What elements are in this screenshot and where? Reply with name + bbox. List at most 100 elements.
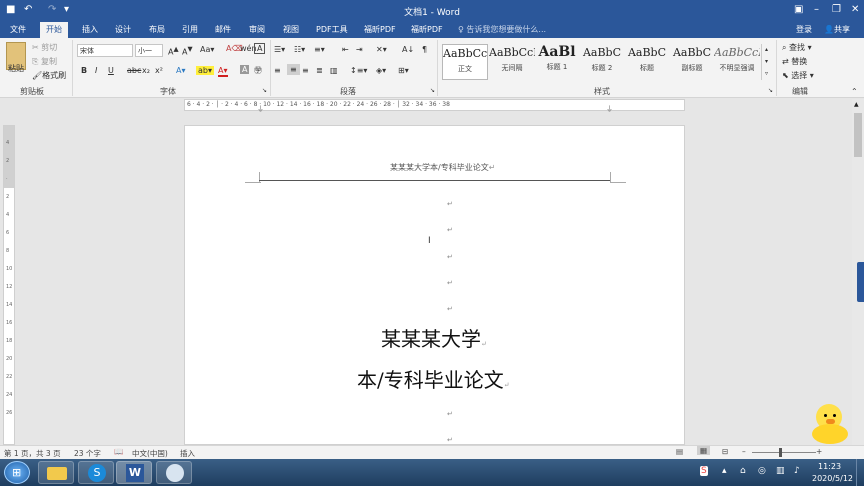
subscript-button[interactable]: x₂ — [142, 66, 150, 75]
clock-date[interactable]: 2020/5/12 — [812, 474, 853, 483]
insert-mode[interactable]: 插入 — [180, 448, 195, 459]
bold-button[interactable]: B — [81, 66, 87, 75]
duck-mascot-icon[interactable] — [812, 404, 848, 444]
scroll-thumb[interactable] — [854, 113, 862, 157]
tab-review[interactable]: 审阅 — [249, 24, 265, 35]
document-title-line-2[interactable]: 本/专科毕业论文↵ — [357, 364, 510, 393]
paragraph-dialog-launcher-icon[interactable]: ↘ — [430, 87, 435, 94]
tab-foxit-pdf-2[interactable]: 福昕PDF — [411, 24, 443, 35]
language-indicator[interactable]: 中文(中国) — [132, 448, 168, 459]
taskbar-app[interactable] — [156, 461, 192, 484]
highlight-icon[interactable]: ab▾ — [196, 66, 214, 75]
restore-icon[interactable]: ❐ — [832, 4, 841, 15]
header-text[interactable]: 某某某大学本/专科毕业论文↵ — [390, 162, 495, 173]
tab-insert[interactable]: 插入 — [82, 24, 98, 35]
shrink-font-icon[interactable]: A▼ — [182, 45, 193, 57]
cut-button[interactable]: ✂ 剪切 — [32, 42, 57, 53]
font-dialog-launcher-icon[interactable]: ↘ — [262, 87, 267, 94]
clock-time[interactable]: 11:23 — [818, 462, 841, 471]
align-right-icon[interactable]: ≡ — [302, 66, 309, 75]
side-panel-tab[interactable] — [857, 262, 864, 302]
superscript-button[interactable]: x² — [155, 66, 163, 75]
style-heading-2[interactable]: AaBbC 标题 2 — [579, 44, 625, 80]
print-layout-icon[interactable]: ▦ — [697, 446, 711, 455]
ribbon-display-icon[interactable]: ▣ — [794, 4, 803, 15]
paste-button[interactable]: 粘贴 — [8, 63, 24, 74]
select-button[interactable]: ⬉ 选择 ▾ — [782, 70, 814, 81]
style-subtle-emphasis[interactable]: AaBbCcDc 不明显强调 — [714, 44, 760, 80]
font-name-dropdown[interactable]: 宋体 — [77, 44, 133, 57]
close-icon[interactable]: ✕ — [851, 4, 859, 15]
vertical-ruler[interactable]: 4 2 · 2 4 6 8 10 12 14 16 18 20 22 24 26 — [3, 125, 15, 445]
show-desktop-button[interactable] — [856, 459, 864, 486]
line-spacing-icon[interactable]: ↕≡▾ — [350, 66, 367, 75]
style-title[interactable]: AaBbC 标题 — [624, 44, 670, 80]
tab-file[interactable]: 文件 — [10, 24, 26, 35]
style-no-spacing[interactable]: AaBbCcDc 无间隔 — [489, 44, 535, 80]
share-button[interactable]: 👤共享 — [824, 24, 850, 35]
tab-view[interactable]: 视图 — [283, 24, 299, 35]
minimize-icon[interactable]: – — [814, 4, 819, 15]
tell-me-box[interactable]: ♀ 告诉我您想要做什么... — [458, 24, 546, 35]
tab-references[interactable]: 引用 — [182, 24, 198, 35]
tab-mailings[interactable]: 邮件 — [215, 24, 231, 35]
tab-home[interactable]: 开始 — [40, 22, 68, 38]
network-icon[interactable]: ▥ — [776, 466, 785, 476]
style-normal[interactable]: AaBbCcDc 正文 — [442, 44, 488, 80]
decrease-indent-icon[interactable]: ⇤ — [342, 45, 349, 54]
scroll-up-icon[interactable]: ▲ — [854, 101, 859, 108]
tray-security-icon[interactable]: ◎ — [758, 466, 766, 476]
change-case-icon[interactable]: Aa▾ — [200, 45, 214, 54]
web-layout-icon[interactable]: ⊟ — [722, 447, 728, 456]
volume-icon[interactable]: ♪ — [794, 466, 800, 476]
sort-icon[interactable]: A↓ — [402, 45, 414, 54]
replace-button[interactable]: ⇄ 替换 — [782, 56, 807, 67]
tab-layout[interactable]: 布局 — [149, 24, 165, 35]
increase-indent-icon[interactable]: ⇥ — [356, 45, 363, 54]
italic-button[interactable]: I — [95, 66, 97, 75]
chinese-layout-icon[interactable]: ✕▾ — [376, 45, 387, 54]
justify-icon[interactable]: ≣ — [316, 66, 323, 75]
text-effects-icon[interactable]: A▾ — [176, 66, 186, 75]
left-indent-marker[interactable]: ⏚ — [257, 104, 264, 114]
style-subtitle[interactable]: AaBbC 副标题 — [669, 44, 715, 80]
underline-button[interactable]: U — [108, 66, 114, 75]
styles-scroll-icon[interactable]: ▴ ▾ ▿ — [761, 44, 771, 80]
tray-arrow-icon[interactable]: ▴ — [722, 466, 727, 476]
show-marks-icon[interactable]: ¶ — [422, 45, 427, 54]
numbering-icon[interactable]: ☷▾ — [294, 45, 305, 54]
document-page[interactable]: 某某某大学本/专科毕业论文↵ ↵ ↵ I ↵ ↵ ↵ 某某某大学↵ 本/专科毕业… — [184, 125, 685, 445]
copy-button[interactable]: ⎘ 复制 — [32, 56, 57, 67]
align-left-icon[interactable]: ≡ — [274, 66, 281, 75]
char-border-icon[interactable]: A — [254, 43, 266, 54]
input-method-icon[interactable]: S — [700, 466, 708, 476]
zoom-in-icon[interactable]: + — [816, 447, 822, 456]
distributed-icon[interactable]: ▥ — [330, 66, 338, 75]
borders-icon[interactable]: ⊞▾ — [398, 66, 409, 75]
word-count[interactable]: 23 个字 — [74, 448, 101, 459]
tab-design[interactable]: 设计 — [115, 24, 131, 35]
bullets-icon[interactable]: ☰▾ — [274, 45, 285, 54]
sign-in-link[interactable]: 登录 — [796, 24, 812, 35]
multilevel-list-icon[interactable]: ≡▾ — [314, 45, 325, 54]
taskbar-sogou[interactable]: S — [78, 461, 114, 484]
document-title-line-1[interactable]: 某某某大学↵ — [381, 323, 487, 352]
zoom-slider[interactable] — [752, 452, 816, 453]
font-color-icon[interactable]: A▾ — [218, 66, 228, 77]
styles-dialog-launcher-icon[interactable]: ↘ — [768, 87, 773, 94]
taskbar-word[interactable]: W — [116, 461, 152, 484]
enclose-char-icon[interactable]: ㊫ — [254, 65, 262, 76]
zoom-slider-thumb[interactable] — [779, 448, 782, 457]
page-count[interactable]: 第 1 页，共 3 页 — [4, 448, 61, 459]
grow-font-icon[interactable]: A▲ — [168, 45, 179, 57]
find-button[interactable]: ⌕ 查找 ▾ — [782, 42, 812, 53]
tab-foxit-pdf-1[interactable]: 福昕PDF — [364, 24, 396, 35]
shading-icon[interactable]: ◈▾ — [376, 66, 386, 75]
style-heading-1[interactable]: AaBl 标题 1 — [534, 44, 580, 80]
proofing-icon[interactable]: 📖 — [114, 447, 123, 456]
format-painter-button[interactable]: 🖌格式刷 — [32, 70, 66, 81]
taskbar-explorer[interactable] — [38, 461, 74, 484]
collapse-ribbon-icon[interactable]: ⌃ — [851, 87, 858, 96]
tab-pdf-tools[interactable]: PDF工具 — [316, 24, 348, 35]
align-center-icon[interactable]: ≡ — [287, 64, 300, 75]
